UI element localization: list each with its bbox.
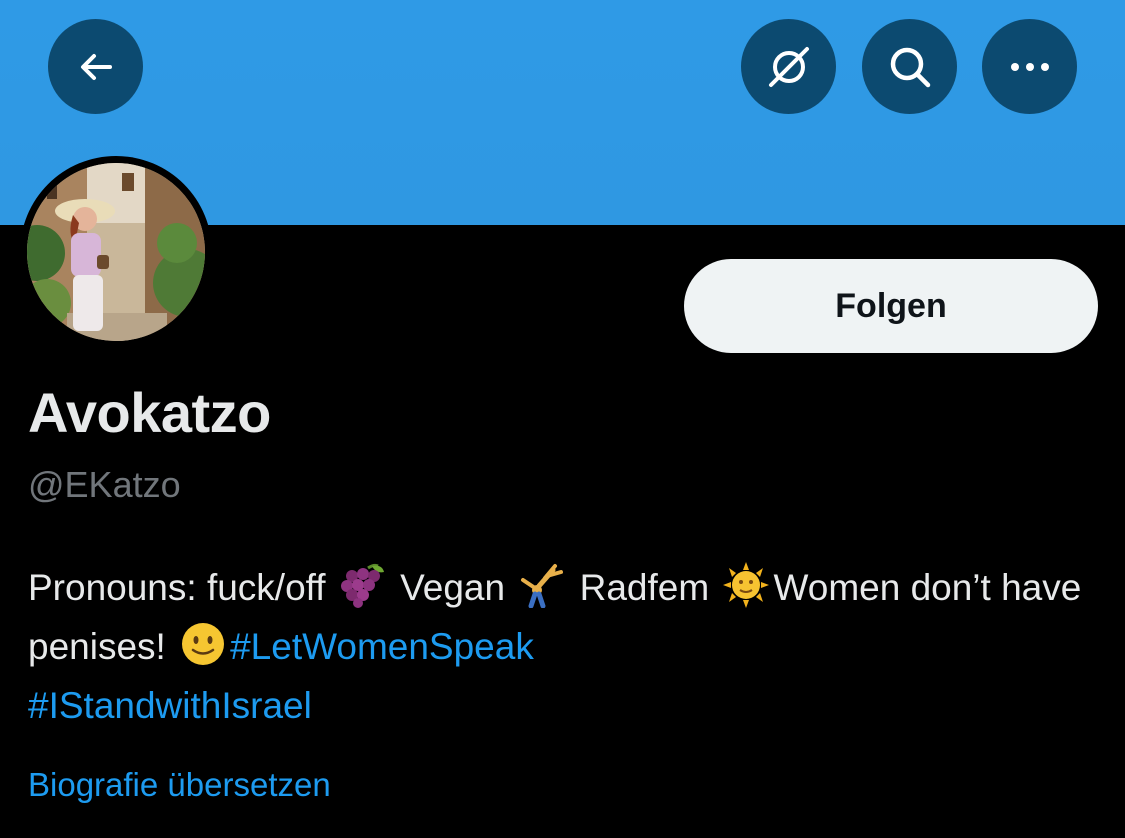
slashed-circle-icon — [765, 43, 813, 91]
cartwheel-emoji — [517, 562, 567, 609]
display-name: Avokatzo — [28, 381, 271, 444]
grok-button[interactable] — [741, 19, 836, 114]
translate-bio-link[interactable]: Biografie übersetzen — [28, 763, 331, 807]
slightly-smiling-face-emoji — [178, 621, 228, 667]
follow-button[interactable]: Folgen — [684, 259, 1098, 353]
user-handle: @EKatzo — [28, 464, 181, 505]
bio-text: Radfem — [569, 567, 720, 608]
more-dots-icon — [1008, 61, 1052, 73]
profile-photo — [27, 163, 205, 341]
bio-text: Vegan — [389, 567, 516, 608]
more-button[interactable] — [982, 19, 1077, 114]
arrow-left-icon — [76, 47, 116, 87]
search-button[interactable] — [862, 19, 957, 114]
grapes-emoji — [338, 562, 388, 608]
profile-bio: Pronouns: fuck/off Vegan Radfem Women do… — [28, 558, 1108, 735]
avatar[interactable] — [20, 156, 212, 348]
bio-text: Pronouns: fuck/off — [28, 567, 336, 608]
sun-with-face-emoji — [721, 562, 771, 608]
hashtag-link[interactable]: #IStandwithIsrael — [28, 685, 312, 726]
hashtag-link[interactable]: #LetWomenSpeak — [230, 626, 534, 667]
profile-page: Folgen Avokatzo @EKatzo Pronouns: fuck/o… — [0, 0, 1125, 838]
back-button[interactable] — [48, 19, 143, 114]
search-icon — [887, 44, 933, 90]
